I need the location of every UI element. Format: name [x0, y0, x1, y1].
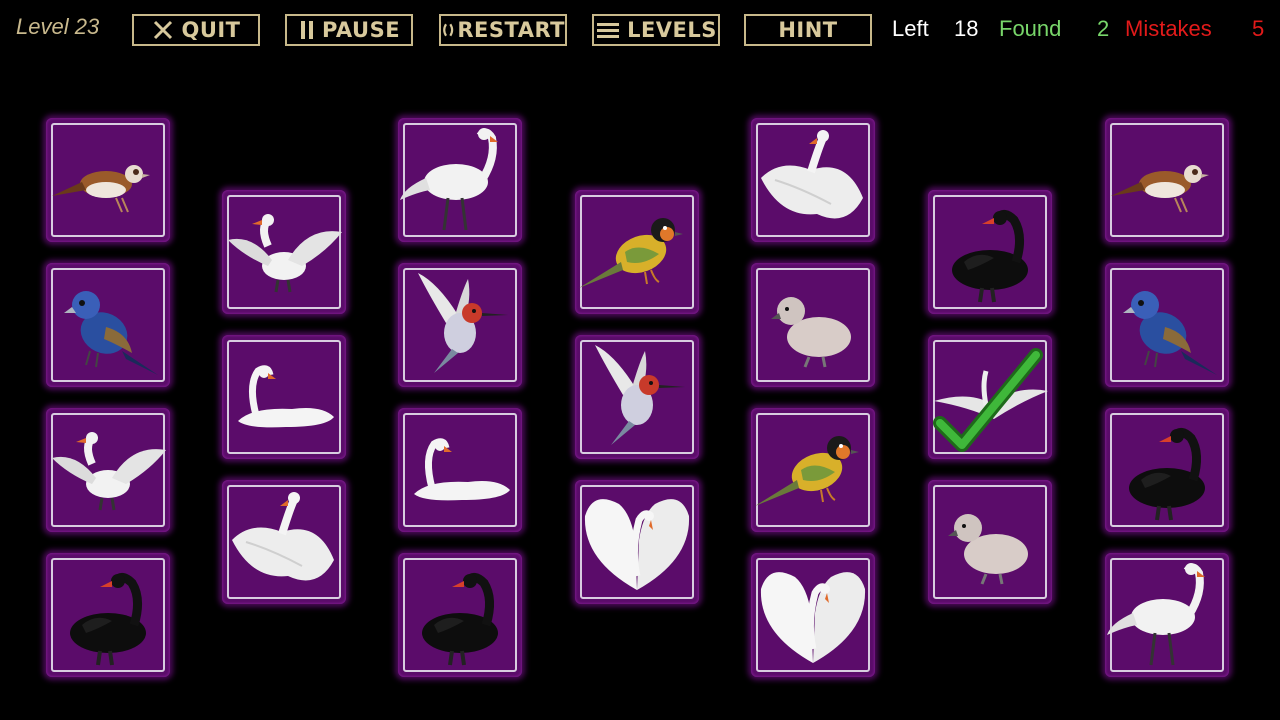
bird-card[interactable] — [575, 335, 699, 459]
menu-icon — [597, 23, 620, 38]
bird-card[interactable] — [1105, 408, 1229, 532]
found-label: Found — [999, 16, 1062, 41]
cygnet-icon — [771, 297, 851, 368]
restart-icon — [443, 23, 454, 37]
levels-button[interactable]: LEVELS — [592, 14, 720, 46]
top-bar: Level 23 QUIT PAUSE RESTART LEVELS HINT … — [0, 0, 1280, 60]
bird-card[interactable] — [222, 190, 346, 314]
hummingbird-icon — [418, 273, 508, 373]
white-swan-standing-icon — [1107, 563, 1205, 666]
bird-card[interactable] — [575, 190, 699, 314]
black-swan-icon — [952, 210, 1028, 303]
pause-icon — [300, 21, 313, 39]
colorful-finch-icon — [755, 436, 859, 506]
levels-label: LEVELS — [627, 18, 717, 42]
bird-card[interactable] — [398, 553, 522, 677]
pause-button[interactable]: PAUSE — [285, 14, 413, 46]
bird-card[interactable] — [751, 263, 875, 387]
sparrow-icon — [52, 165, 150, 213]
white-swan-heart-icon — [584, 499, 690, 590]
bird-card[interactable] — [398, 408, 522, 532]
hummingbird-icon — [595, 345, 685, 445]
bird-card[interactable] — [1105, 553, 1229, 677]
restart-button[interactable]: RESTART — [439, 14, 567, 46]
blue-grosbeak-icon — [64, 291, 158, 375]
found-value: 2 — [1097, 16, 1110, 41]
left-label: Left — [892, 16, 929, 41]
colorful-finch-icon — [579, 218, 683, 288]
sparrow-icon — [1111, 165, 1209, 213]
quit-button[interactable]: QUIT — [132, 14, 260, 46]
mistakes-label: Mistakes — [1125, 16, 1212, 41]
white-swan-floating-icon — [414, 438, 510, 501]
bird-card[interactable] — [751, 118, 875, 242]
bird-card[interactable] — [222, 480, 346, 604]
bird-card[interactable] — [46, 263, 170, 387]
close-icon — [154, 20, 173, 40]
black-swan-icon — [422, 573, 498, 666]
white-swan-standing-icon — [400, 128, 498, 231]
white-swan-wings-icon — [52, 432, 166, 511]
level-label: Level 23 — [16, 14, 100, 39]
hint-button[interactable]: HINT — [744, 14, 872, 46]
bird-card[interactable] — [46, 553, 170, 677]
left-value: 18 — [954, 16, 979, 41]
bird-card[interactable] — [751, 553, 875, 677]
bird-card[interactable] — [46, 118, 170, 242]
black-swan-icon — [70, 573, 146, 666]
bird-card[interactable] — [222, 335, 346, 459]
white-swan-heart-icon — [760, 572, 866, 663]
cygnet-icon — [948, 514, 1028, 585]
white-swan-preening-icon — [761, 130, 863, 219]
bird-card[interactable] — [928, 190, 1052, 314]
blue-grosbeak-icon — [1123, 291, 1217, 375]
white-swan-preening-icon — [232, 492, 334, 581]
matched-checkmark-icon — [933, 348, 1048, 452]
bird-card[interactable] — [1105, 263, 1229, 387]
bird-card[interactable] — [46, 408, 170, 532]
pause-label: PAUSE — [321, 18, 401, 42]
bird-card[interactable] — [928, 480, 1052, 604]
mistakes-value: 5 — [1252, 16, 1265, 41]
matched-card[interactable] — [928, 335, 1052, 459]
quit-label: QUIT — [181, 18, 241, 42]
bird-card[interactable] — [751, 408, 875, 532]
restart-label: RESTART — [457, 18, 565, 42]
white-swan-floating-icon — [238, 365, 334, 428]
bird-card[interactable] — [398, 263, 522, 387]
bird-card[interactable] — [1105, 118, 1229, 242]
black-swan-icon — [1129, 428, 1205, 521]
bird-card[interactable] — [575, 480, 699, 604]
bird-card[interactable] — [398, 118, 522, 242]
white-swan-wings-icon — [228, 214, 342, 293]
hint-label: HINT — [778, 18, 838, 42]
